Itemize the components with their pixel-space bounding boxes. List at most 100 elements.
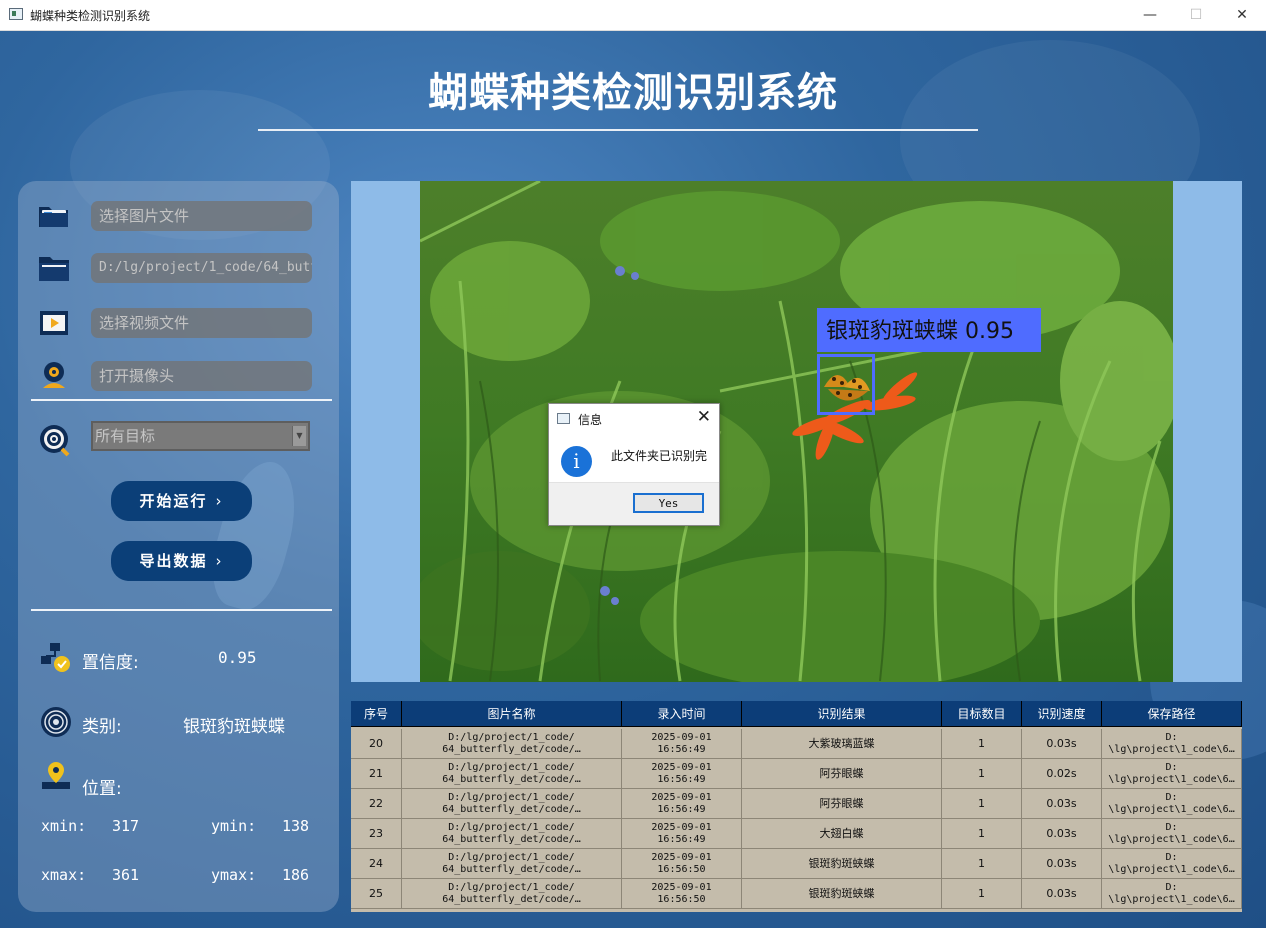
table-cell[interactable]: D:/lg/project/1_code/64_butterfly_det/co… bbox=[402, 849, 622, 879]
close-button[interactable]: ✕ bbox=[1219, 0, 1265, 30]
column-header[interactable]: 录入时间 bbox=[622, 701, 742, 727]
table-cell[interactable]: D: \lg\project\1_code\6… bbox=[1102, 789, 1242, 819]
table-cell[interactable]: 0.03s bbox=[1022, 849, 1102, 879]
table-cell[interactable]: 25 bbox=[351, 879, 402, 909]
table-cell[interactable]: D: \lg\project\1_code\6… bbox=[1102, 729, 1242, 759]
xmax-label: xmax: bbox=[41, 866, 87, 884]
table-cell[interactable]: 21 bbox=[351, 759, 402, 789]
title-bar: 蝴蝶种类检测识别系统 — ☐ ✕ bbox=[0, 0, 1266, 31]
yes-button[interactable]: Yes bbox=[633, 493, 704, 513]
table-cell[interactable]: 阿芬眼蝶 bbox=[742, 759, 942, 789]
cell-text: 2025-09-01 bbox=[651, 821, 712, 833]
table-cell[interactable]: D:/lg/project/1_code/64_butterfly_det/co… bbox=[402, 819, 622, 849]
camera-input[interactable]: 打开摄像头 bbox=[91, 361, 312, 391]
table-cell[interactable]: D:/lg/project/1_code/64_butterfly_det/co… bbox=[402, 729, 622, 759]
info-icon: i bbox=[561, 446, 592, 477]
dialog-message: 此文件夹已识别完 bbox=[611, 449, 708, 463]
table-cell[interactable]: 2025-09-01 16:56:49 bbox=[622, 729, 742, 759]
location-pin-icon bbox=[40, 760, 72, 790]
chevron-down-icon[interactable]: ▼ bbox=[292, 426, 306, 446]
table-cell[interactable]: 23 bbox=[351, 819, 402, 849]
table-cell[interactable]: 银斑豹斑蛱蝶 bbox=[742, 849, 942, 879]
table-row[interactable]: 21 D:/lg/project/1_code/64_butterfly_det/… bbox=[351, 759, 1242, 789]
table-cell[interactable]: D: \lg\project\1_code\6… bbox=[1102, 819, 1242, 849]
cell-text: 64_butterfly_det/code/… bbox=[442, 803, 581, 815]
table-cell[interactable]: 2025-09-01 16:56:50 bbox=[622, 849, 742, 879]
table-cell[interactable]: 1 bbox=[942, 759, 1022, 789]
dialog-title: 信息 bbox=[578, 413, 603, 427]
export-data-label: 导出数据 bbox=[139, 552, 208, 570]
table-cell[interactable]: 1 bbox=[942, 879, 1022, 909]
table-cell[interactable]: 2025-09-01 16:56:50 bbox=[622, 879, 742, 909]
cell-text: 2025-09-01 bbox=[651, 881, 712, 893]
window-title: 蝴蝶种类检测识别系统 bbox=[30, 9, 151, 23]
dialog-app-icon bbox=[557, 413, 570, 424]
table-cell[interactable]: D:/lg/project/1_code/64_butterfly_det/co… bbox=[402, 879, 622, 909]
column-header[interactable]: 识别速度 bbox=[1022, 701, 1102, 727]
export-data-button[interactable]: 导出数据 › bbox=[111, 541, 252, 581]
table-cell[interactable]: 1 bbox=[942, 789, 1022, 819]
table-cell[interactable]: 阿芬眼蝶 bbox=[742, 789, 942, 819]
table-cell[interactable]: 1 bbox=[942, 729, 1022, 759]
column-header[interactable]: 目标数目 bbox=[942, 701, 1022, 727]
panel-divider bbox=[31, 609, 332, 611]
cell-text: 2025-09-01 bbox=[651, 791, 712, 803]
dialog-close-icon[interactable]: ✕ bbox=[697, 407, 711, 427]
table-cell[interactable]: D: \lg\project\1_code\6… bbox=[1102, 879, 1242, 909]
table-cell[interactable]: 银斑豹斑蛱蝶 bbox=[742, 879, 942, 909]
table-row[interactable]: 24 D:/lg/project/1_code/64_butterfly_det/… bbox=[351, 849, 1242, 879]
folder-icon[interactable] bbox=[38, 253, 70, 283]
folder-path-input[interactable]: D:/lg/project/1_code/64_butterfly_det/co… bbox=[91, 253, 312, 283]
image-file-input[interactable]: 选择图片文件 bbox=[91, 201, 312, 231]
maximize-button[interactable]: ☐ bbox=[1173, 0, 1219, 30]
table-cell[interactable]: 大翅白蝶 bbox=[742, 819, 942, 849]
detection-box bbox=[817, 354, 875, 415]
column-header[interactable]: 图片名称 bbox=[402, 701, 622, 727]
cell-text: 16:56:50 bbox=[657, 863, 706, 875]
cell-text: D:/lg/project/1_code/ bbox=[448, 851, 575, 863]
panel-divider bbox=[31, 399, 332, 401]
table-cell[interactable]: D:/lg/project/1_code/64_butterfly_det/co… bbox=[402, 759, 622, 789]
video-file-input[interactable]: 选择视频文件 bbox=[91, 308, 312, 338]
target-select[interactable]: 所有目标 ▼ bbox=[91, 421, 310, 451]
detection-photo bbox=[420, 181, 1173, 682]
image-folder-icon[interactable] bbox=[38, 201, 70, 231]
cell-text: D:/lg/project/1_code/ bbox=[448, 731, 575, 743]
table-cell[interactable]: 1 bbox=[942, 849, 1022, 879]
app-window: 蝴蝶种类检测识别系统 — ☐ ✕ 蝴蝶种类检测识别系统 选择图片文件 D:/lg… bbox=[0, 0, 1266, 928]
dialog-footer: Yes bbox=[549, 482, 719, 525]
table-cell[interactable]: 2025-09-01 16:56:49 bbox=[622, 819, 742, 849]
table-cell[interactable]: D:/lg/project/1_code/64_butterfly_det/co… bbox=[402, 789, 622, 819]
table-cell[interactable]: 22 bbox=[351, 789, 402, 819]
info-dialog: 信息 ✕ i 此文件夹已识别完 Yes bbox=[548, 403, 720, 526]
xmin-label: xmin: bbox=[41, 817, 87, 835]
column-header[interactable]: 保存路径 bbox=[1102, 701, 1242, 727]
table-cell[interactable]: 大紫玻璃蓝蝶 bbox=[742, 729, 942, 759]
cell-text: D: bbox=[1165, 791, 1178, 803]
cell-text: D:/lg/project/1_code/ bbox=[448, 821, 575, 833]
table-cell[interactable]: 0.03s bbox=[1022, 729, 1102, 759]
table-cell[interactable]: 0.02s bbox=[1022, 759, 1102, 789]
start-run-button[interactable]: 开始运行 › bbox=[111, 481, 252, 521]
class-value: 银斑豹斑蛱蝶 bbox=[183, 717, 285, 737]
table-cell[interactable]: 20 bbox=[351, 729, 402, 759]
table-cell[interactable]: 0.03s bbox=[1022, 789, 1102, 819]
table-cell[interactable]: D: \lg\project\1_code\6… bbox=[1102, 849, 1242, 879]
camera-icon[interactable] bbox=[38, 360, 70, 390]
table-cell[interactable]: 0.03s bbox=[1022, 819, 1102, 849]
table-row[interactable]: 23 D:/lg/project/1_code/64_butterfly_det/… bbox=[351, 819, 1242, 849]
table-cell[interactable]: D: \lg\project\1_code\6… bbox=[1102, 759, 1242, 789]
table-row[interactable]: 22 D:/lg/project/1_code/64_butterfly_det/… bbox=[351, 789, 1242, 819]
table-cell[interactable]: 2025-09-01 16:56:49 bbox=[622, 759, 742, 789]
table-cell[interactable]: 1 bbox=[942, 819, 1022, 849]
video-icon[interactable] bbox=[38, 308, 70, 338]
column-header[interactable]: 序号 bbox=[351, 701, 402, 727]
column-header[interactable]: 识别结果 bbox=[742, 701, 942, 727]
table-row[interactable]: 25 D:/lg/project/1_code/64_butterfly_det/… bbox=[351, 879, 1242, 909]
table-cell[interactable]: 2025-09-01 16:56:49 bbox=[622, 789, 742, 819]
minimize-button[interactable]: — bbox=[1127, 0, 1173, 30]
table-row[interactable]: 20 D:/lg/project/1_code/64_butterfly_det/… bbox=[351, 729, 1242, 759]
table-cell[interactable]: 0.03s bbox=[1022, 879, 1102, 909]
table-cell[interactable]: 24 bbox=[351, 849, 402, 879]
cell-text: 2025-09-01 bbox=[651, 731, 712, 743]
